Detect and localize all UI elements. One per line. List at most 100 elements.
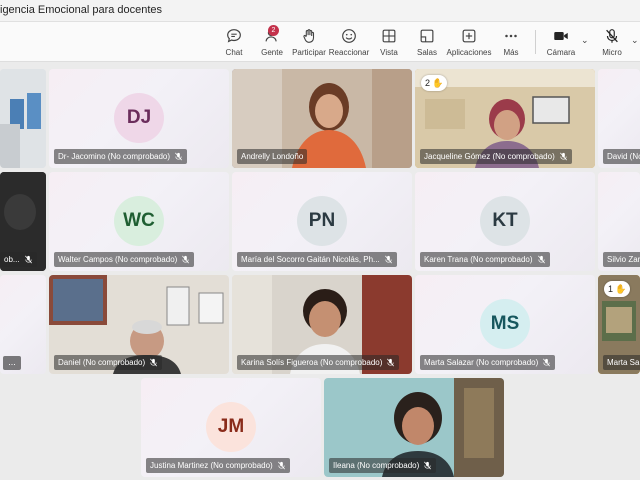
mic-muted-icon xyxy=(387,358,395,367)
participant-tile-daniel[interactable]: Daniel (No comprobado) xyxy=(49,275,229,374)
participant-tile-ileana[interactable]: Ileana (No comprobado) xyxy=(324,378,504,477)
camera-icon xyxy=(554,31,568,41)
hand-order-number: 1 xyxy=(608,284,614,294)
participant-name: Justina Martinez (No comprobado) xyxy=(150,461,273,470)
participant-tile[interactable]: ... xyxy=(0,275,46,374)
people-button[interactable]: 2 Gente xyxy=(258,25,286,59)
apps-button[interactable]: Aplicaciones xyxy=(447,27,491,59)
apps-label: Aplicaciones xyxy=(446,48,492,57)
react-button[interactable]: Reaccionar xyxy=(328,27,370,59)
react-label: Reaccionar xyxy=(328,48,370,57)
participant-name: David (No xyxy=(607,152,640,161)
participant-name: Jacqueline Gómez (No comprobado) xyxy=(424,152,555,161)
avatar: WC xyxy=(114,196,164,246)
participant-tile-dj[interactable]: DJ Dr- Jacomino (No comprobado) xyxy=(49,69,229,168)
participant-name-label: Justina Martinez (No comprobado) xyxy=(146,458,290,473)
mic-button[interactable]: Micro xyxy=(602,27,622,59)
camera-label: Cámara xyxy=(546,48,576,57)
add-apps-icon xyxy=(462,29,476,43)
participant-tile-wc[interactable]: WC Walter Campos (No comprobado) xyxy=(49,172,229,271)
participant-name-label: Karina Solís Figueroa (No comprobado) xyxy=(237,355,400,370)
smiley-icon xyxy=(342,29,356,43)
raised-hand-badge: 1 ✋ xyxy=(604,281,631,297)
participant-tile-david[interactable]: David (No xyxy=(598,69,640,168)
camera-button[interactable]: Cámara xyxy=(547,27,575,59)
rooms-button[interactable]: Salas xyxy=(414,27,440,59)
participant-name-label: Andrelly Londoño xyxy=(237,149,308,164)
participant-name: Daniel (No comprobado) xyxy=(58,358,146,367)
participant-tile-karina[interactable]: Karina Solís Figueroa (No comprobado) xyxy=(232,275,412,374)
participant-tile-jacqueline[interactable]: 2 ✋ Jacqueline Gómez (No comprobado) xyxy=(415,69,595,168)
mic-muted-icon xyxy=(182,255,190,264)
raised-hand-icon: ✋ xyxy=(615,284,627,294)
view-button[interactable]: Vista xyxy=(377,27,401,59)
participant-tile[interactable] xyxy=(0,69,46,168)
participant-tile-kt[interactable]: KT Karen Trana (No comprobado) xyxy=(415,172,595,271)
avatar: JM xyxy=(206,402,256,452)
participant-name-label: Jacqueline Gómez (No comprobado) xyxy=(420,149,572,164)
title-bar: igencia Emocional para docentes xyxy=(0,0,640,22)
participant-name-label: Marta Salazar (No comprobado) xyxy=(420,355,556,370)
chat-button[interactable]: Chat xyxy=(222,27,246,59)
chat-label: Chat xyxy=(225,48,243,57)
mic-muted-icon xyxy=(277,461,285,470)
raise-hand-label: Participar xyxy=(292,48,326,57)
participant-name-label: María del Socorro Gaitán Nicolás, Ph... xyxy=(237,252,397,267)
participant-name: Walter Campos (No comprobado) xyxy=(58,255,178,264)
participant-name: Karina Solís Figueroa (No comprobado) xyxy=(241,358,383,367)
more-dots-icon xyxy=(505,34,517,38)
participant-name: Karen Trana (No comprobado) xyxy=(424,255,533,264)
participant-tile-andrelly[interactable]: Andrelly Londoño xyxy=(232,69,412,168)
participant-name-label: Ileana (No comprobado) xyxy=(329,458,437,473)
participant-name: María del Socorro Gaitán Nicolás, Ph... xyxy=(241,255,380,264)
participant-name: Marta Salazar (No comprobado) xyxy=(424,358,539,367)
video-gallery: DJ Dr- Jacomino (No comprobado) Andrelly… xyxy=(0,62,640,480)
participant-tile-pn[interactable]: PN María del Socorro Gaitán Nicolás, Ph.… xyxy=(232,172,412,271)
hand-icon xyxy=(303,29,315,43)
participant-tile-ms[interactable]: MS Marta Salazar (No comprobado) xyxy=(415,275,595,374)
participant-name-label: ob... xyxy=(0,252,37,267)
participant-name-label: Daniel (No comprobado) xyxy=(54,355,163,370)
video-feed xyxy=(0,69,46,168)
mic-muted-icon xyxy=(559,152,567,161)
avatar: KT xyxy=(480,196,530,246)
view-label: Vista xyxy=(380,48,398,57)
avatar: PN xyxy=(297,196,347,246)
toolbar-divider xyxy=(535,30,536,54)
mic-muted-icon xyxy=(543,358,551,367)
participant-tile-silvio[interactable]: Silvio Zar xyxy=(598,172,640,271)
mic-muted-icon xyxy=(537,255,545,264)
mic-muted-icon xyxy=(424,461,432,470)
more-label: Más xyxy=(503,48,519,57)
participant-name: Dr- Jacomino (No comprobado) xyxy=(58,152,171,161)
participant-name: Andrelly Londoño xyxy=(241,152,304,161)
raised-hand-icon: ✋ xyxy=(432,78,444,88)
people-label: Gente xyxy=(261,48,283,57)
chat-icon xyxy=(227,29,241,43)
mic-muted-icon xyxy=(384,255,392,264)
window-title: igencia Emocional para docentes xyxy=(0,4,163,16)
participant-tile-jm[interactable]: JM Justina Martinez (No comprobado) xyxy=(141,378,321,477)
participant-name: Ileana (No comprobado) xyxy=(333,461,420,470)
participant-name-label: David (No xyxy=(603,149,640,164)
participant-tile[interactable]: ob... xyxy=(0,172,46,271)
avatar: DJ xyxy=(114,93,164,143)
mic-muted-icon xyxy=(24,255,32,264)
hand-order-number: 2 xyxy=(425,78,431,88)
participant-name-label: Karen Trana (No comprobado) xyxy=(420,252,550,267)
raised-hand-badge: 2 ✋ xyxy=(421,75,448,91)
camera-options-chevron-icon[interactable]: ⌄ xyxy=(581,35,589,46)
participant-name: Marta Sal xyxy=(607,358,640,367)
participant-name-label: Walter Campos (No comprobado) xyxy=(54,252,195,267)
mic-muted-icon xyxy=(175,152,183,161)
meeting-toolbar: Chat 2 Gente Participar Reaccionar Vista… xyxy=(0,22,640,62)
participant-tile-marta[interactable]: 1 ✋ Marta Sal xyxy=(598,275,640,374)
participant-name: ob... xyxy=(4,255,20,264)
more-button[interactable]: Más xyxy=(500,27,522,59)
mic-options-chevron-icon[interactable]: ⌄ xyxy=(631,35,639,46)
participant-name-label: Dr- Jacomino (No comprobado) xyxy=(54,149,188,164)
tile-more-options-button[interactable]: ... xyxy=(3,356,21,370)
raise-hand-button[interactable]: Participar xyxy=(292,27,326,59)
rooms-label: Salas xyxy=(416,48,437,57)
participant-name-label: Marta Sal xyxy=(603,355,640,370)
